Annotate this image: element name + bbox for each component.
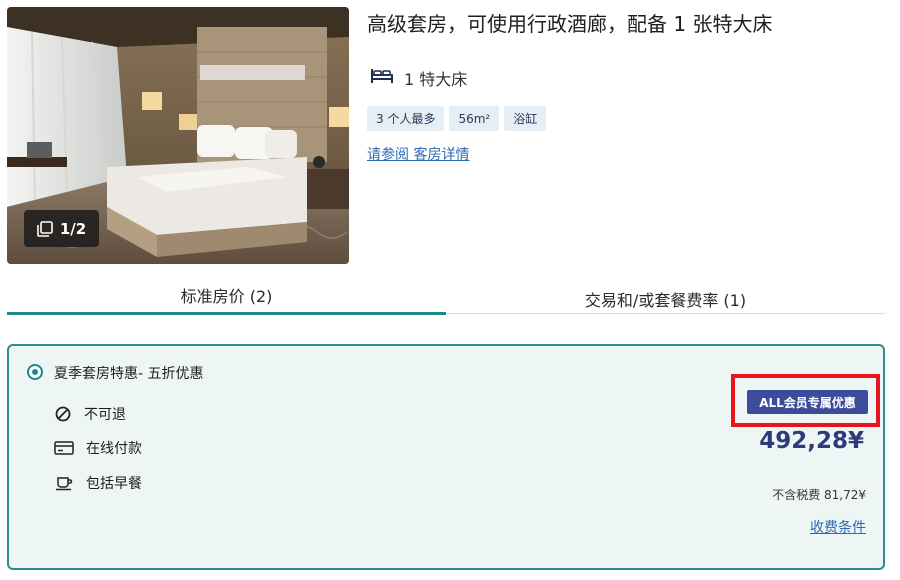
member-offer-badge[interactable]: ALL会员专属优惠 [747,390,868,414]
room-details-link[interactable]: 请参阅 客房详情 [367,144,469,164]
feature-online-payment-label: 在线付款 [86,441,142,457]
rate-terms-link[interactable]: 收费条件 [810,517,866,537]
tab-standard-rates[interactable]: 标准房价 (2) [7,276,446,314]
bathtub-chip: 浴缸 [504,106,547,131]
photo-counter-label: 1/2 [59,219,87,238]
coffee-cup-icon [54,475,74,491]
bed-icon [370,67,394,89]
rate-name: 夏季套房特惠- 五折优惠 [54,366,204,382]
rate-radio[interactable] [27,364,43,380]
rate-price: 492,28¥ [759,428,864,454]
active-tab-indicator [7,312,446,315]
size-chip: 56m² [449,106,500,131]
tab-standard-rates-label: 标准房价 (2) [180,287,273,306]
gallery-icon [37,220,53,237]
credit-card-icon [54,440,74,456]
occupancy-chip: 3 个人最多 [367,106,445,131]
feature-online-payment: 在线付款 [54,438,142,458]
feature-non-refundable-label: 不可退 [84,407,126,423]
no-refund-icon [54,405,72,423]
tab-deals-packages-label: 交易和/或套餐费率 (1) [584,291,747,310]
tab-deals-packages[interactable]: 交易和/或套餐费率 (1) [446,280,885,318]
feature-breakfast-label: 包括早餐 [86,476,142,492]
room-title: 高级套房，可使用行政酒廊，配备 1 张特大床 [367,12,773,36]
feature-non-refundable: 不可退 [54,404,126,424]
photo-counter[interactable]: 1/2 [24,210,99,247]
rate-card[interactable]: 夏季套房特惠- 五折优惠 不可退 在线付款 包括早餐 ALL会员专属优惠 492… [7,344,885,570]
room-features: 3 个人最多 56m² 浴缸 [367,106,547,131]
rate-tabs: 标准房价 (2) 交易和/或套餐费率 (1) [7,276,885,315]
bed-info: 1 特大床 [370,66,467,90]
feature-breakfast: 包括早餐 [54,473,142,493]
rate-tax-note: 不含税费 81,72¥ [772,488,866,502]
badge-highlight: ALL会员专属优惠 [731,374,880,427]
bed-label: 1 特大床 [404,70,468,89]
